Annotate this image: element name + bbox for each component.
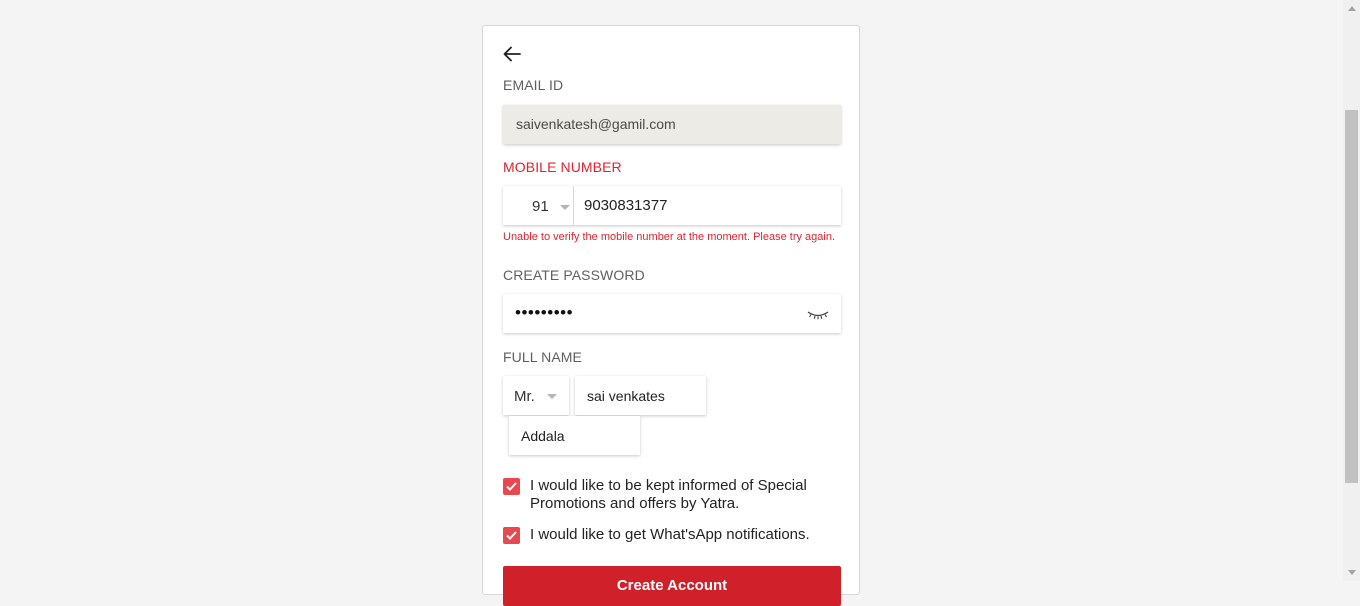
chevron-down-icon — [560, 205, 570, 210]
first-name-input[interactable]: sai venkates — [575, 376, 706, 415]
check-icon — [506, 531, 517, 540]
password-field[interactable]: ••••••••• — [503, 294, 841, 333]
promotions-checkbox-label: I would like to be kept informed of Spec… — [530, 477, 807, 512]
mobile-input[interactable]: 9030831377 — [584, 197, 667, 214]
email-field[interactable]: saivenkatesh@gamil.com — [503, 105, 841, 144]
email-label: EMAIL ID — [503, 77, 564, 93]
back-button[interactable] — [502, 44, 522, 64]
scrollbar-thumb[interactable] — [1345, 110, 1358, 483]
first-name-value: sai venkates — [587, 388, 665, 404]
password-label: CREATE PASSWORD — [503, 267, 645, 283]
email-value: saivenkatesh@gamil.com — [516, 116, 676, 132]
vertical-scrollbar[interactable] — [1343, 0, 1360, 581]
check-icon — [506, 482, 517, 491]
last-name-value: Addala — [521, 428, 565, 444]
signup-card: EMAIL ID saivenkatesh@gamil.com MOBILE N… — [482, 25, 860, 606]
arrow-left-icon — [503, 46, 521, 62]
mobile-field: 91 9030831377 — [503, 186, 841, 225]
promotions-checkbox[interactable] — [503, 478, 520, 495]
country-code-select[interactable]: 91 — [503, 186, 574, 225]
whatsapp-checkbox-label: I would like to get What'sApp notificati… — [530, 526, 810, 543]
title-value: Mr. — [514, 388, 535, 405]
mobile-error-message: Unable to verify the mobile number at th… — [503, 231, 836, 243]
scroll-down-arrow-icon[interactable] — [1343, 564, 1360, 581]
fullname-label: FULL NAME — [503, 349, 582, 365]
whatsapp-checkbox[interactable] — [503, 527, 520, 544]
chevron-down-icon — [547, 394, 557, 399]
country-code-value: 91 — [532, 198, 549, 215]
create-account-button[interactable]: Create Account — [503, 566, 841, 606]
mobile-label: MOBILE NUMBER — [503, 159, 622, 175]
eye-closed-icon[interactable] — [806, 307, 830, 321]
last-name-input[interactable]: Addala — [509, 416, 640, 455]
password-value: ••••••••• — [515, 303, 574, 322]
scroll-up-arrow-icon[interactable] — [1343, 0, 1360, 17]
title-select[interactable]: Mr. — [503, 376, 569, 415]
